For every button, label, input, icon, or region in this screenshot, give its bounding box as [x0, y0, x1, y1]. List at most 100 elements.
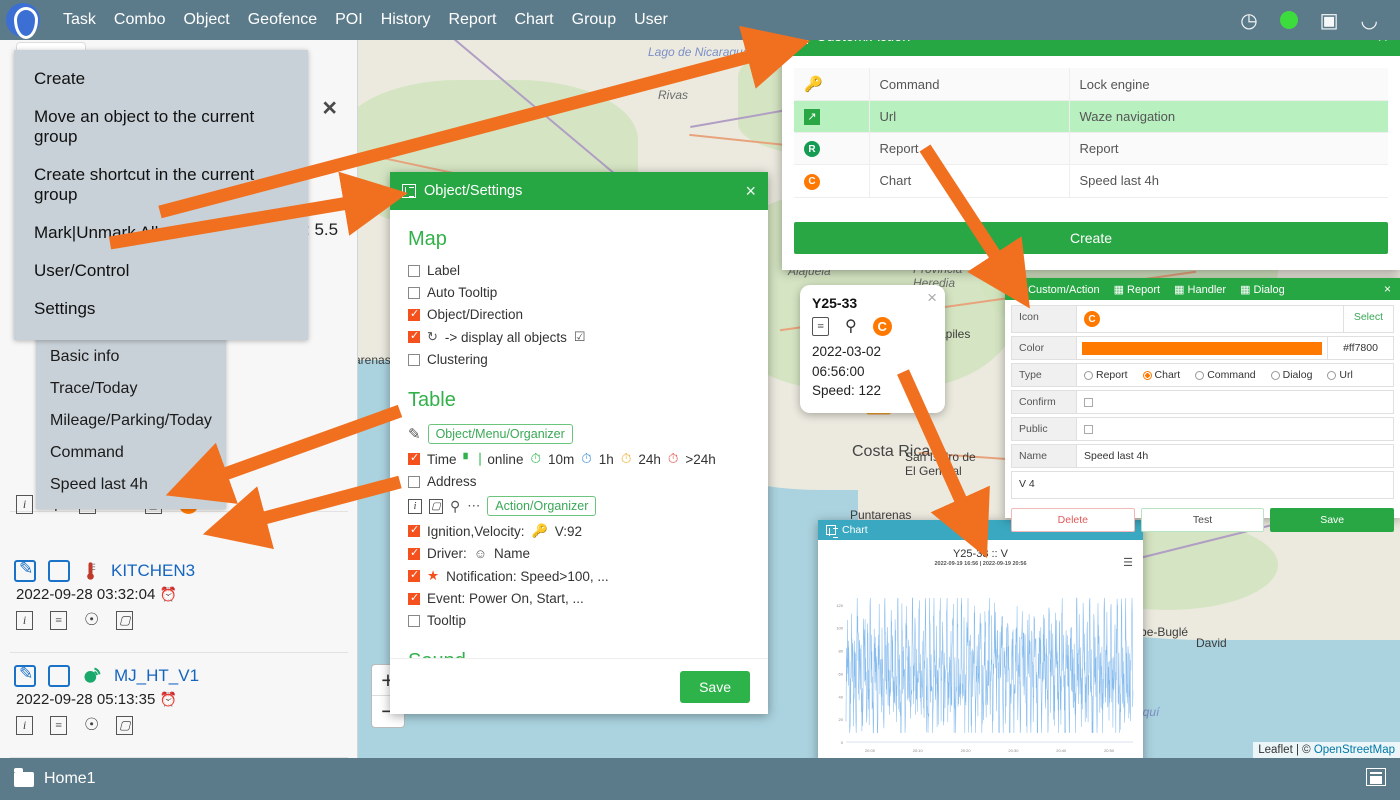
checkbox[interactable] — [408, 546, 420, 560]
setting-event[interactable]: Event: Power On, Start, ... — [408, 591, 750, 606]
list-icon[interactable]: ≡ — [50, 610, 67, 630]
checkbox[interactable] — [408, 307, 420, 321]
chart-icon[interactable]: C — [1084, 311, 1100, 327]
radio-url[interactable]: Url — [1327, 369, 1353, 381]
setting-ignition-velocity[interactable]: Ignition,Velocity: 🔑 V:92 — [408, 523, 750, 539]
menu-item-mark-unmark-all[interactable]: Mark|Unmark All — [14, 214, 308, 252]
chart-area[interactable]: Y25-33 :: V 2022-09-19 16:56 | 2022-09-1… — [818, 540, 1143, 772]
nav-geofence[interactable]: Geofence — [248, 11, 317, 29]
close-icon[interactable]: × — [322, 96, 337, 121]
action-organizer-row[interactable]: i ▢ ⚲ ⋯ Action/Organizer — [408, 496, 750, 516]
menu-item-move-object[interactable]: Move an object to the current group — [14, 98, 308, 156]
tab-dialog[interactable]: ▦ Dialog — [1240, 283, 1285, 296]
setting-clustering[interactable]: Clustering — [408, 352, 750, 367]
edit-icon[interactable] — [14, 559, 36, 582]
radio-command[interactable]: Command — [1195, 369, 1256, 381]
delete-button[interactable]: Delete — [1011, 508, 1135, 532]
menu-item-speed-last-4h[interactable]: Speed last 4h — [36, 469, 226, 501]
table-row[interactable]: R Report Report — [794, 132, 1388, 165]
top-navigation-bar[interactable]: Task Combo Object Geofence POI History R… — [0, 0, 1400, 40]
chart-icon[interactable]: C — [872, 316, 892, 336]
object-settings-dialog[interactable]: Object/Settings × Map Label Auto Tooltip… — [390, 172, 768, 714]
public-checkbox[interactable] — [1084, 424, 1093, 434]
app-logo[interactable] — [6, 3, 40, 39]
table-row[interactable]: ↗ Url Waze navigation — [794, 100, 1388, 133]
layers-icon[interactable]: ▢ — [116, 715, 134, 735]
setting-address[interactable]: Address — [408, 474, 750, 489]
custom-action-editor-dialog[interactable]: ⓘ Custom/Action ▦ Report ▦ Handler ▦ Dia… — [1005, 278, 1400, 532]
footer-bar[interactable]: Home1 — [0, 758, 1400, 800]
checkbox[interactable] — [408, 614, 420, 627]
object-name[interactable]: KITCHEN3 — [111, 561, 195, 581]
bell-icon[interactable]: ☉ — [84, 715, 99, 735]
select-checkbox[interactable] — [48, 665, 70, 687]
checkbox[interactable] — [408, 523, 420, 537]
setting-auto-tooltip[interactable]: Auto Tooltip — [408, 285, 750, 300]
map-object-popup[interactable]: × Y25-33 ≡ ⚲ C 2022-03-02 06:56:00 Speed… — [800, 285, 945, 413]
table-row[interactable]: C Chart Speed last 4h — [794, 164, 1388, 198]
setting-display-all-objects[interactable]: ↻ -> display all objects ☑ — [408, 329, 750, 345]
nav-chart[interactable]: Chart — [515, 11, 554, 29]
checkbox[interactable] — [408, 568, 420, 582]
action-organizer-button[interactable]: Action/Organizer — [487, 496, 597, 516]
field-type[interactable]: Type Report Chart Command Dialog Url — [1011, 363, 1394, 387]
nav-object[interactable]: Object — [183, 11, 229, 29]
nav-group[interactable]: Group — [572, 11, 616, 29]
nav-user[interactable]: User — [634, 11, 668, 29]
menu-item-create[interactable]: Create — [14, 60, 308, 98]
radio-chart[interactable]: Chart — [1142, 369, 1180, 381]
list-item[interactable]: KITCHEN3 2022-09-28 03:32:04 ⏰ i ≡ ☉ ▢ — [10, 554, 348, 653]
name-input[interactable]: Speed last 4h — [1077, 444, 1394, 468]
menu-item-command[interactable]: Command — [36, 437, 226, 469]
test-button[interactable]: Test — [1140, 508, 1265, 532]
setting-time[interactable]: Time ▘▕ online ⏱ 10m ⏱ 1h ⏱ 24h ⏱ >24h — [408, 451, 750, 467]
radio-dialog[interactable]: Dialog — [1270, 369, 1312, 381]
checkbox[interactable] — [408, 475, 420, 488]
list-icon[interactable]: ≡ — [812, 316, 829, 336]
create-button[interactable]: Create — [794, 222, 1388, 254]
menu-item-mileage-parking-today[interactable]: Mileage/Parking/Today — [36, 405, 226, 437]
menu-item-trace-today[interactable]: Trace/Today — [36, 373, 226, 405]
user-icon[interactable]: ◡ — [1361, 8, 1378, 33]
table-row[interactable]: 🔑 Command Lock engine — [794, 68, 1388, 101]
checkbox[interactable] — [408, 353, 420, 366]
edit-icon[interactable]: ✎ — [408, 425, 421, 443]
group-context-menu[interactable]: Create Move an object to the current gro… — [14, 50, 308, 340]
nav-history[interactable]: History — [381, 11, 431, 29]
checkbox[interactable] — [408, 264, 420, 277]
custom-action-dialog[interactable]: Custom/Action × 🔑 Command Lock engine ↗ … — [782, 18, 1400, 270]
report-card-icon[interactable]: ▣ — [1320, 8, 1339, 33]
color-hex-value[interactable]: #ff7800 — [1328, 336, 1394, 360]
info-icon[interactable]: i — [16, 610, 33, 630]
setting-label[interactable]: Label — [408, 263, 750, 278]
ellipsis-icon[interactable]: ⋯ — [467, 498, 480, 514]
close-icon[interactable]: × — [1384, 282, 1391, 296]
close-icon[interactable]: × — [927, 288, 937, 308]
confirm-checkbox[interactable] — [1084, 397, 1093, 407]
layers-icon[interactable]: ▢ — [429, 498, 443, 514]
current-group-label[interactable]: Home1 — [44, 770, 96, 788]
nav-combo[interactable]: Combo — [114, 11, 166, 29]
field-confirm[interactable]: Confirm — [1011, 390, 1394, 414]
bell-icon[interactable]: ☉ — [84, 610, 99, 630]
checkbox-icon[interactable]: ☑ — [574, 329, 586, 345]
close-icon[interactable]: × — [745, 181, 756, 202]
trace-icon[interactable]: ⚲ — [450, 498, 460, 515]
setting-driver[interactable]: Driver: ☺ Name — [408, 546, 750, 561]
chart-dialog[interactable]: Chart × Y25-33 :: V 2022-09-19 16:56 | 2… — [818, 520, 1143, 772]
grid-icon[interactable] — [1366, 767, 1386, 786]
tab-handler[interactable]: ▦ Handler — [1174, 283, 1226, 296]
field-icon[interactable]: Icon C Select — [1011, 305, 1394, 333]
checkbox[interactable] — [408, 451, 420, 465]
nav-task[interactable]: Task — [63, 11, 96, 29]
menu-item-user-control[interactable]: User/Control — [14, 252, 308, 290]
checkbox[interactable] — [408, 286, 420, 299]
openstreetmap-link[interactable]: OpenStreetMap — [1314, 744, 1395, 756]
gauge-icon[interactable]: ◷ — [1240, 8, 1257, 33]
save-button[interactable]: Save — [680, 670, 750, 703]
layers-icon[interactable]: ▢ — [116, 610, 134, 630]
checkbox[interactable] — [408, 329, 420, 343]
tab-report[interactable]: ▦ Report — [1114, 283, 1160, 296]
info-icon[interactable]: i — [408, 498, 422, 514]
color-swatch[interactable] — [1082, 341, 1322, 355]
